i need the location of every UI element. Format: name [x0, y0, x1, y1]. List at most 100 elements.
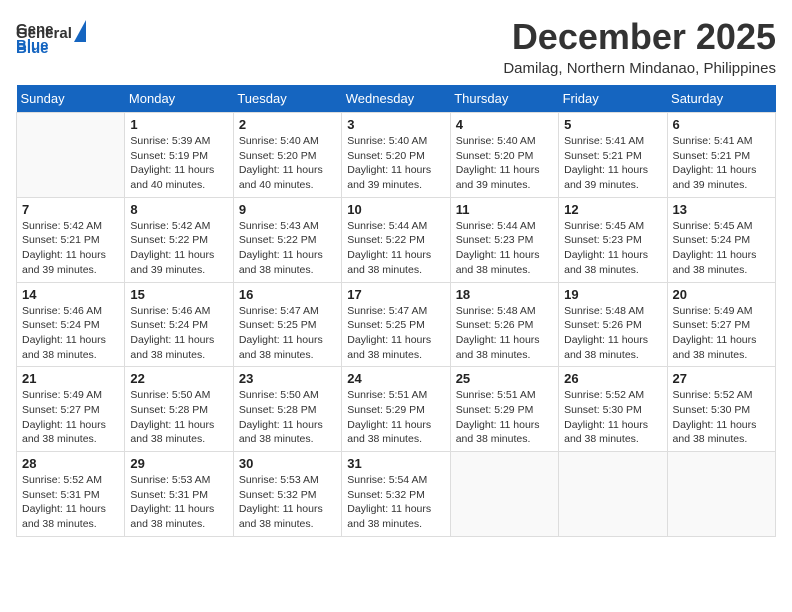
day-number: 3	[347, 117, 444, 132]
day-number: 20	[673, 287, 770, 302]
day-info: Sunrise: 5:49 AMSunset: 5:27 PMDaylight:…	[22, 388, 119, 447]
weekday-header-row: SundayMondayTuesdayWednesdayThursdayFrid…	[17, 85, 776, 113]
day-number: 15	[130, 287, 227, 302]
calendar-cell	[450, 452, 558, 537]
day-info: Sunrise: 5:47 AMSunset: 5:25 PMDaylight:…	[347, 304, 444, 363]
day-info: Sunrise: 5:54 AMSunset: 5:32 PMDaylight:…	[347, 473, 444, 532]
calendar-cell: 10 Sunrise: 5:44 AMSunset: 5:22 PMDayligh…	[342, 197, 450, 282]
day-info: Sunrise: 5:50 AMSunset: 5:28 PMDaylight:…	[130, 388, 227, 447]
day-number: 12	[564, 202, 661, 217]
calendar-cell: 19Sunrise: 5:48 AMSunset: 5:26 PMDayligh…	[559, 282, 667, 367]
day-info: Sunrise: 5:40 AMSunset: 5:20 PMDaylight:…	[456, 134, 553, 193]
calendar-cell: 2 Sunrise: 5:40 AMSunset: 5:20 PMDaylight…	[233, 113, 341, 198]
day-number: 6	[673, 117, 770, 132]
day-number: 11	[456, 202, 553, 217]
calendar-cell: 28 Sunrise: 5:52 AMSunset: 5:31 PMDayligh…	[17, 452, 125, 537]
calendar-cell: 21 Sunrise: 5:49 AMSunset: 5:27 PMDayligh…	[17, 367, 125, 452]
calendar-cell: 17 Sunrise: 5:47 AMSunset: 5:25 PMDayligh…	[342, 282, 450, 367]
calendar-cell: 24 Sunrise: 5:51 AMSunset: 5:29 PMDayligh…	[342, 367, 450, 452]
day-info: Sunrise: 5:51 AMSunset: 5:29 PMDaylight:…	[456, 388, 553, 447]
calendar-cell: 9 Sunrise: 5:43 AMSunset: 5:22 PMDaylight…	[233, 197, 341, 282]
day-info: Sunrise: 5:51 AMSunset: 5:29 PMDaylight:…	[347, 388, 444, 447]
weekday-header-wednesday: Wednesday	[342, 85, 450, 113]
day-number: 24	[347, 371, 444, 386]
day-number: 8	[130, 202, 227, 217]
day-info: Sunrise: 5:47 AMSunset: 5:25 PMDaylight:…	[239, 304, 336, 363]
day-number: 17	[347, 287, 444, 302]
month-title: December 2025	[503, 16, 776, 58]
calendar-cell: 4 Sunrise: 5:40 AMSunset: 5:20 PMDaylight…	[450, 113, 558, 198]
calendar-cell: 27Sunrise: 5:52 AMSunset: 5:30 PMDayligh…	[667, 367, 775, 452]
calendar-cell: 3 Sunrise: 5:40 AMSunset: 5:20 PMDaylight…	[342, 113, 450, 198]
day-number: 4	[456, 117, 553, 132]
day-info: Sunrise: 5:53 AMSunset: 5:32 PMDaylight:…	[239, 473, 336, 532]
day-number: 30	[239, 456, 336, 471]
day-info: Sunrise: 5:40 AMSunset: 5:20 PMDaylight:…	[347, 134, 444, 193]
calendar-cell: 18Sunrise: 5:48 AMSunset: 5:26 PMDayligh…	[450, 282, 558, 367]
calendar-cell: 22 Sunrise: 5:50 AMSunset: 5:28 PMDayligh…	[125, 367, 233, 452]
calendar-cell: 15 Sunrise: 5:46 AMSunset: 5:24 PMDayligh…	[125, 282, 233, 367]
calendar-body: 1 Sunrise: 5:39 AMSunset: 5:19 PMDaylight…	[17, 113, 776, 537]
weekday-header-saturday: Saturday	[667, 85, 775, 113]
day-info: Sunrise: 5:44 AMSunset: 5:22 PMDaylight:…	[347, 219, 444, 278]
location-title: Damilag, Northern Mindanao, Philippines	[503, 60, 776, 77]
calendar-cell	[559, 452, 667, 537]
day-info: Sunrise: 5:52 AMSunset: 5:30 PMDaylight:…	[564, 388, 661, 447]
calendar-cell	[667, 452, 775, 537]
calendar-cell: 29Sunrise: 5:53 AMSunset: 5:31 PMDayligh…	[125, 452, 233, 537]
day-number: 9	[239, 202, 336, 217]
day-info: Sunrise: 5:45 AMSunset: 5:23 PMDaylight:…	[564, 219, 661, 278]
day-number: 5	[564, 117, 661, 132]
day-info: Sunrise: 5:48 AMSunset: 5:26 PMDaylight:…	[456, 304, 553, 363]
day-number: 22	[130, 371, 227, 386]
day-info: Sunrise: 5:52 AMSunset: 5:30 PMDaylight:…	[673, 388, 770, 447]
day-info: Sunrise: 5:45 AMSunset: 5:24 PMDaylight:…	[673, 219, 770, 278]
weekday-header-sunday: Sunday	[17, 85, 125, 113]
day-number: 2	[239, 117, 336, 132]
day-number: 26	[564, 371, 661, 386]
day-info: Sunrise: 5:52 AMSunset: 5:31 PMDaylight:…	[22, 473, 119, 532]
calendar-cell: 6 Sunrise: 5:41 AMSunset: 5:21 PMDaylight…	[667, 113, 775, 198]
calendar-week-1: 1 Sunrise: 5:39 AMSunset: 5:19 PMDaylight…	[17, 113, 776, 198]
weekday-header-tuesday: Tuesday	[233, 85, 341, 113]
calendar-week-5: 28 Sunrise: 5:52 AMSunset: 5:31 PMDayligh…	[17, 452, 776, 537]
weekday-header-monday: Monday	[125, 85, 233, 113]
day-info: Sunrise: 5:49 AMSunset: 5:27 PMDaylight:…	[673, 304, 770, 363]
day-number: 25	[456, 371, 553, 386]
calendar-cell: 8 Sunrise: 5:42 AMSunset: 5:22 PMDaylight…	[125, 197, 233, 282]
day-number: 10	[347, 202, 444, 217]
day-number: 13	[673, 202, 770, 217]
day-info: Sunrise: 5:43 AMSunset: 5:22 PMDaylight:…	[239, 219, 336, 278]
logo: General Blue General Blue	[16, 16, 86, 57]
calendar-week-3: 14 Sunrise: 5:46 AMSunset: 5:24 PMDayligh…	[17, 282, 776, 367]
calendar-week-4: 21 Sunrise: 5:49 AMSunset: 5:27 PMDayligh…	[17, 367, 776, 452]
day-number: 23	[239, 371, 336, 386]
day-info: Sunrise: 5:44 AMSunset: 5:23 PMDaylight:…	[456, 219, 553, 278]
title-area: December 2025 Damilag, Northern Mindanao…	[503, 16, 776, 77]
calendar-cell: 5 Sunrise: 5:41 AMSunset: 5:21 PMDaylight…	[559, 113, 667, 198]
calendar-cell: 13 Sunrise: 5:45 AMSunset: 5:24 PMDayligh…	[667, 197, 775, 282]
day-info: Sunrise: 5:50 AMSunset: 5:28 PMDaylight:…	[239, 388, 336, 447]
calendar-week-2: 7Sunrise: 5:42 AMSunset: 5:21 PMDaylight…	[17, 197, 776, 282]
day-info: Sunrise: 5:41 AMSunset: 5:21 PMDaylight:…	[564, 134, 661, 193]
calendar-cell: 12 Sunrise: 5:45 AMSunset: 5:23 PMDayligh…	[559, 197, 667, 282]
day-number: 19	[564, 287, 661, 302]
day-number: 14	[22, 287, 119, 302]
logo-blue: Blue	[16, 40, 49, 57]
day-number: 1	[130, 117, 227, 132]
day-info: Sunrise: 5:41 AMSunset: 5:21 PMDaylight:…	[673, 134, 770, 193]
day-info: Sunrise: 5:40 AMSunset: 5:20 PMDaylight:…	[239, 134, 336, 193]
calendar-cell: 26 Sunrise: 5:52 AMSunset: 5:30 PMDayligh…	[559, 367, 667, 452]
calendar-cell: 11 Sunrise: 5:44 AMSunset: 5:23 PMDayligh…	[450, 197, 558, 282]
calendar-cell: 16Sunrise: 5:47 AMSunset: 5:25 PMDayligh…	[233, 282, 341, 367]
calendar-cell: 23 Sunrise: 5:50 AMSunset: 5:28 PMDayligh…	[233, 367, 341, 452]
day-number: 7	[22, 202, 119, 217]
day-info: Sunrise: 5:42 AMSunset: 5:22 PMDaylight:…	[130, 219, 227, 278]
day-number: 21	[22, 371, 119, 386]
day-info: Sunrise: 5:39 AMSunset: 5:19 PMDaylight:…	[130, 134, 227, 193]
calendar-table: SundayMondayTuesdayWednesdayThursdayFrid…	[16, 85, 776, 537]
day-info: Sunrise: 5:46 AMSunset: 5:24 PMDaylight:…	[130, 304, 227, 363]
day-number: 31	[347, 456, 444, 471]
day-number: 28	[22, 456, 119, 471]
day-info: Sunrise: 5:53 AMSunset: 5:31 PMDaylight:…	[130, 473, 227, 532]
